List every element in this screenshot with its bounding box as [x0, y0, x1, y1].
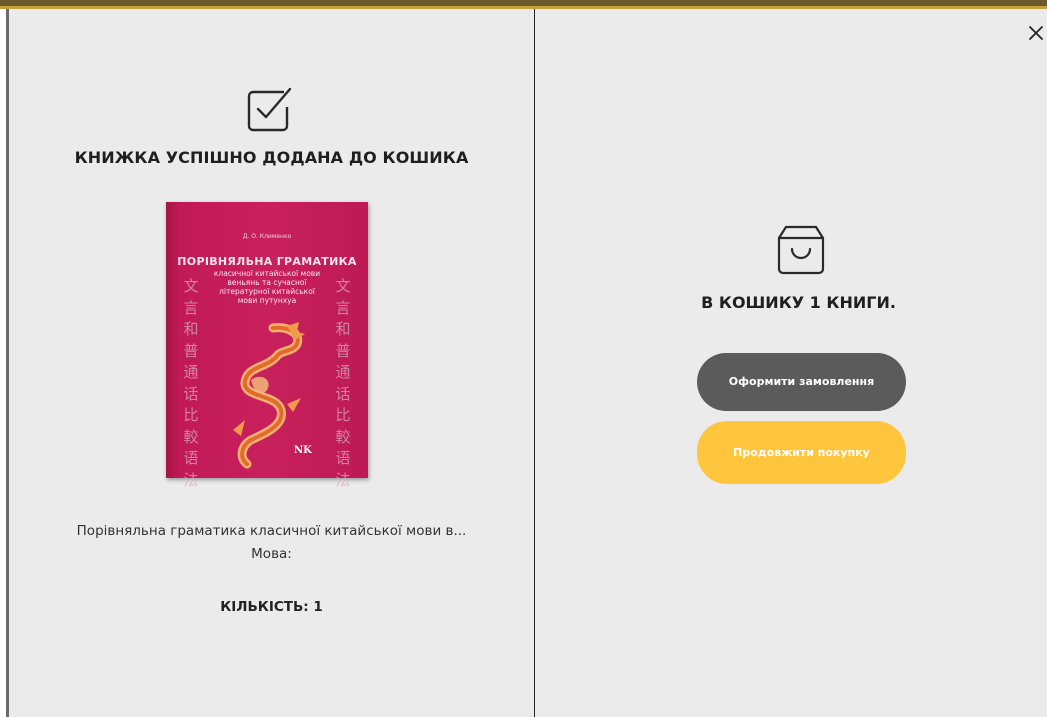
cover-hanzi: 法 — [335, 470, 351, 489]
book-cover-image: Д. О. Клименко ПОРІВНЯЛЬНА ГРАМАТИКА кла… — [166, 202, 368, 489]
cover-hanzi: 普 — [183, 341, 199, 360]
panel-divider — [534, 9, 535, 717]
cover-hanzi: 文 — [183, 277, 199, 295]
checkbox-check-icon — [247, 87, 292, 132]
cover-hanzi-column-left: 文 言 和 普 通 话 比 較 语 法 — [183, 276, 199, 491]
added-to-cart-modal: КНИЖКА УСПІШНО ДОДАНА ДО КОШИКА Д. О. Кл… — [9, 9, 1047, 717]
cover-title: ПОРІВНЯЛЬНА ГРАМАТИКА — [177, 255, 357, 268]
cover-hanzi: 文 — [335, 277, 351, 295]
cover-hanzi: 通 — [183, 363, 199, 381]
cover-author: Д. О. Клименко — [242, 233, 292, 240]
cover-hanzi: 較 — [183, 427, 199, 446]
cover-hanzi: 和 — [335, 320, 351, 338]
cover-hanzi: 和 — [183, 320, 199, 338]
page-left-edge — [0, 9, 9, 717]
continue-shopping-button[interactable]: Продовжити покупку — [697, 421, 906, 484]
cover-hanzi: 言 — [183, 298, 199, 317]
publisher-logo: NK — [294, 445, 312, 456]
cover-hanzi: 话 — [183, 384, 199, 403]
cover-hanzi-column-right: 文 言 和 普 通 话 比 較 语 法 — [335, 276, 351, 491]
book-language-label: Мова: — [251, 546, 292, 562]
cart-count-text: В КОШИКУ 1 КНИГИ. — [701, 293, 896, 312]
cover-hanzi: 言 — [335, 298, 351, 317]
cover-hanzi: 语 — [183, 449, 199, 467]
cover-hanzi: 话 — [335, 384, 351, 403]
quantity-label: КІЛЬКІСТЬ: 1 — [220, 599, 323, 615]
book-title-text: Порівняльна граматика класичної китайськ… — [76, 523, 467, 539]
cover-hanzi: 比 — [183, 406, 199, 424]
cover-hanzi: 普 — [335, 341, 351, 360]
checkout-button[interactable]: Оформити замовлення — [697, 353, 906, 411]
cover-hanzi: 通 — [335, 363, 351, 381]
cover-hanzi: 语 — [335, 449, 351, 467]
added-item-panel: КНИЖКА УСПІШНО ДОДАНА ДО КОШИКА Д. О. Кл… — [9, 9, 534, 717]
cover-hanzi: 較 — [335, 427, 351, 446]
shopping-bag-icon — [777, 225, 825, 275]
page-top-strip — [0, 0, 1047, 9]
added-success-title: КНИЖКА УСПІШНО ДОДАНА ДО КОШИКА — [74, 148, 469, 167]
close-icon[interactable] — [1022, 19, 1047, 47]
cover-hanzi: 法 — [183, 470, 199, 489]
cover-hanzi: 比 — [335, 406, 351, 424]
